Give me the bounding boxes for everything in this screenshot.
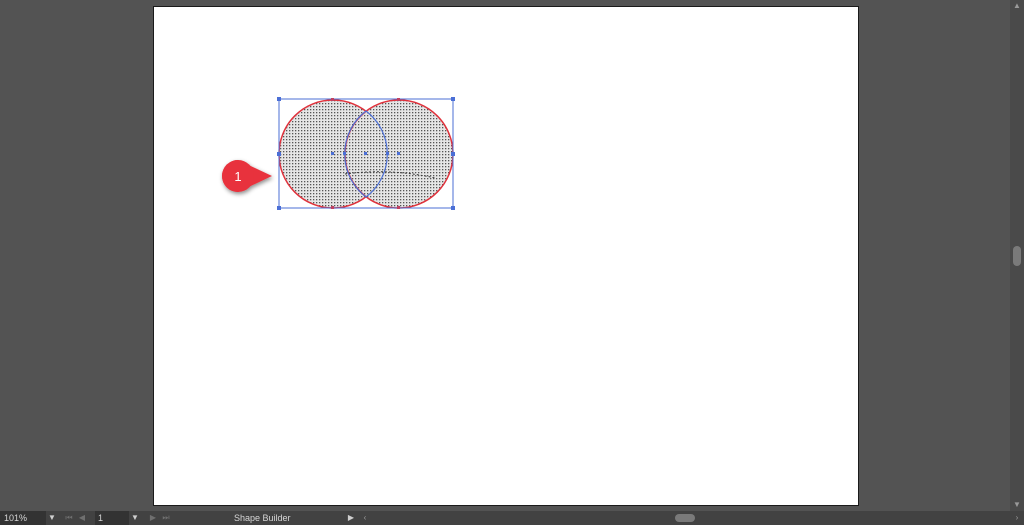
artboard-number-field[interactable]: 1 [95,511,129,525]
callout-marker [222,160,272,192]
vertical-scroll-thumb[interactable] [1013,246,1021,266]
scroll-left-icon[interactable]: ‹ [360,511,370,525]
next-artboard-icon[interactable]: ▶ [148,511,158,525]
vertical-scrollbar[interactable]: ▲ ▼ [1010,0,1024,511]
handle-bottom-left[interactable] [277,206,281,210]
artwork-layer[interactable]: 1 [0,0,1010,511]
canvas-workspace[interactable]: 1 [0,0,1010,511]
handle-middle-right[interactable] [451,152,455,156]
zoom-level-field[interactable]: 101% [0,511,46,525]
first-artboard-icon[interactable]: ⏮ [64,511,74,525]
scroll-right-icon[interactable]: › [1012,511,1022,525]
handle-bottom-right[interactable] [451,206,455,210]
previous-artboard-icon[interactable]: ◀ [77,511,87,525]
horizontal-scroll-thumb[interactable] [675,514,695,522]
scroll-up-icon[interactable]: ▲ [1010,0,1024,12]
last-artboard-icon[interactable]: ⏭ [161,511,171,525]
status-menu-icon[interactable]: ▶ [346,511,356,525]
handle-top-right[interactable] [451,97,455,101]
current-tool-label: Shape Builder [234,513,291,523]
artboard-dropdown-icon[interactable]: ▼ [129,511,141,525]
status-bar: 101% ▼ ⏮ ◀ 1 ▼ ▶ ⏭ Shape Builder ▶ ‹ › [0,511,1024,525]
handle-top-left[interactable] [277,97,281,101]
scroll-down-icon[interactable]: ▼ [1010,499,1024,511]
handle-middle-left[interactable] [277,152,281,156]
callout-number: 1 [234,169,241,184]
zoom-dropdown-icon[interactable]: ▼ [46,511,58,525]
